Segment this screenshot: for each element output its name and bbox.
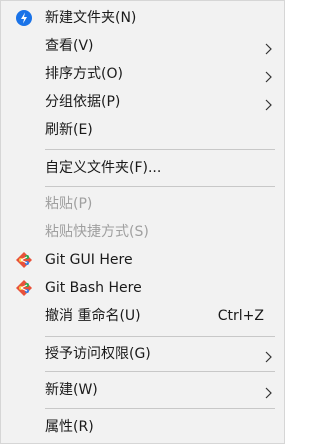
menu-item-label: 排序方式(O) (45, 66, 123, 82)
menu-separator (45, 336, 275, 337)
menu-item-undo-rename[interactable]: 撤消 重命名(U) Ctrl+Z (1, 302, 284, 330)
menu-item-label: Git GUI Here (45, 252, 133, 268)
menu-item-git-gui[interactable]: Git GUI Here (1, 246, 284, 274)
menu-item-shortcut: Ctrl+Z (217, 308, 264, 324)
menu-item-sort-by[interactable]: 排序方式(O) (1, 60, 284, 88)
new-folder-icon (15, 9, 33, 27)
menu-item-label: 分组依据(P) (45, 94, 121, 110)
menu-separator (45, 408, 275, 409)
menu-item-new[interactable]: 新建(W) (1, 376, 284, 404)
menu-item-view[interactable]: 查看(V) (1, 32, 284, 60)
git-icon (15, 279, 33, 297)
menu-item-git-bash[interactable]: Git Bash Here (1, 274, 284, 302)
chevron-right-icon (265, 68, 272, 83)
menu-separator (45, 186, 275, 187)
chevron-right-icon (265, 384, 272, 399)
menu-item-properties[interactable]: 属性(R) (1, 413, 284, 441)
menu-item-label: 粘贴快捷方式(S) (45, 224, 149, 240)
menu-item-label: 自定义文件夹(F)... (45, 160, 162, 176)
menu-item-label: Git Bash Here (45, 280, 142, 296)
menu-item-new-folder[interactable]: 新建文件夹(N) (1, 4, 284, 32)
menu-item-paste: 粘贴(P) (1, 190, 284, 218)
chevron-right-icon (265, 348, 272, 363)
menu-item-give-access[interactable]: 授予访问权限(G) (1, 340, 284, 368)
menu-item-group-by[interactable]: 分组依据(P) (1, 88, 284, 116)
menu-item-refresh[interactable]: 刷新(E) (1, 116, 284, 144)
menu-item-paste-shortcut: 粘贴快捷方式(S) (1, 218, 284, 246)
menu-item-label: 新建文件夹(N) (45, 10, 137, 26)
menu-item-label: 撤消 重命名(U) (45, 308, 141, 324)
menu-item-label: 刷新(E) (45, 122, 93, 138)
menu-item-customize-folder[interactable]: 自定义文件夹(F)... (1, 154, 284, 182)
menu-item-label: 授予访问权限(G) (45, 346, 151, 362)
menu-separator (45, 371, 275, 372)
menu-item-label: 属性(R) (45, 419, 94, 435)
menu-item-label: 粘贴(P) (45, 196, 93, 212)
chevron-right-icon (265, 96, 272, 111)
context-menu: 新建文件夹(N) 查看(V) 排序方式(O) 分组依据(P) 刷新(E) 自定义… (0, 0, 285, 444)
git-icon (15, 251, 33, 269)
menu-item-label: 查看(V) (45, 38, 94, 54)
menu-item-label: 新建(W) (45, 382, 98, 398)
chevron-right-icon (265, 40, 272, 55)
menu-separator (45, 149, 275, 150)
